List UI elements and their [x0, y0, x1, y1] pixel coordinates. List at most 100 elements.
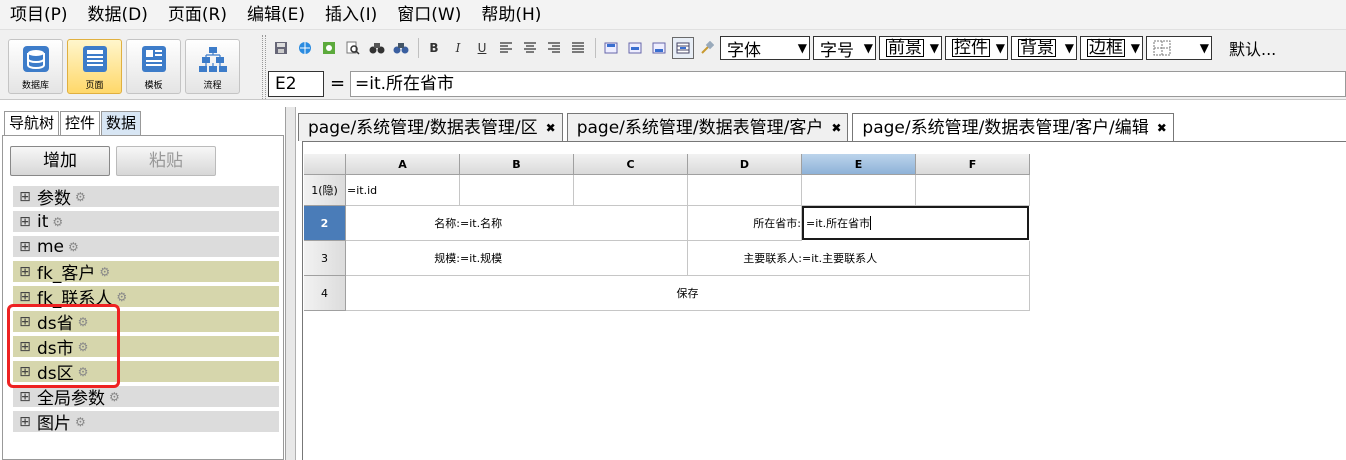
row-header-2[interactable]: 2 [304, 206, 346, 241]
tree-item-images[interactable]: ⊞ 图片 ⚙ [13, 411, 279, 434]
tab-data[interactable]: 数据 [101, 111, 142, 135]
search-icon[interactable] [366, 37, 388, 59]
menu-project[interactable]: 项目(P) [0, 0, 78, 30]
tree-item-me[interactable]: ⊞ me ⚙ [13, 236, 279, 257]
gear-icon[interactable]: ⚙ [116, 290, 127, 304]
border-style-select[interactable]: ▼ [1146, 36, 1212, 60]
cell-d1[interactable] [688, 175, 802, 206]
zoom-icon[interactable] [342, 37, 364, 59]
menu-page[interactable]: 页面(R) [158, 0, 237, 30]
column-header-c[interactable]: C [574, 154, 688, 175]
row-header-4[interactable]: 4 [304, 276, 346, 311]
doc-tab-district[interactable]: page/系统管理/数据表管理/区 ✖ [298, 113, 563, 141]
browser-icon[interactable] [294, 37, 316, 59]
menu-help[interactable]: 帮助(H) [471, 0, 551, 30]
close-icon[interactable]: ✖ [831, 115, 841, 141]
template-button[interactable]: 模板 [126, 39, 181, 94]
format-painter-icon[interactable] [696, 37, 718, 59]
formula-input[interactable]: =it.所在省市 [350, 71, 1346, 97]
align-center-icon[interactable] [519, 37, 541, 59]
column-header-e[interactable]: E [802, 154, 916, 175]
tree-item-params[interactable]: ⊞ 参数 ⚙ [13, 186, 279, 209]
tab-nav-tree[interactable]: 导航树 [4, 111, 60, 135]
default-button[interactable]: 默认... [1229, 36, 1276, 60]
close-icon[interactable]: ✖ [546, 115, 556, 141]
paste-button[interactable]: 粘贴 [116, 146, 216, 176]
column-header-a[interactable]: A [346, 154, 460, 175]
add-button[interactable]: 增加 [10, 146, 110, 176]
merge-cells-icon[interactable] [672, 37, 694, 59]
close-icon[interactable]: ✖ [1157, 115, 1167, 141]
border-select[interactable]: 边框 ▼ [1080, 36, 1143, 60]
align-left-icon[interactable] [495, 37, 517, 59]
doc-tab-customer[interactable]: page/系统管理/数据表管理/客户 ✖ [566, 113, 849, 141]
tab-controls[interactable]: 控件 [60, 111, 101, 135]
cell-a1[interactable]: =it.id [346, 175, 460, 206]
expand-icon[interactable]: ⊞ [13, 214, 37, 230]
underline-button[interactable]: U [471, 37, 493, 59]
save-icon[interactable] [270, 37, 292, 59]
valign-top-icon[interactable] [600, 37, 622, 59]
cell-b2[interactable]: =it.名称 [460, 206, 688, 241]
find-replace-icon[interactable] [390, 37, 412, 59]
gear-icon[interactable]: ⚙ [99, 265, 110, 279]
flow-button[interactable]: 流程 [185, 39, 240, 94]
menu-insert[interactable]: 插入(I) [315, 0, 387, 30]
gear-icon[interactable]: ⚙ [52, 215, 63, 229]
gear-icon[interactable]: ⚙ [75, 190, 86, 204]
database-button[interactable]: 数据库 [8, 39, 63, 94]
menu-edit[interactable]: 编辑(E) [237, 0, 315, 30]
cell-d3[interactable]: 主要联系人: [688, 241, 802, 276]
cell-save[interactable]: 保存 [346, 276, 1030, 311]
valign-bottom-icon[interactable] [648, 37, 670, 59]
bold-button[interactable]: B [423, 37, 445, 59]
cell-reference-field[interactable]: E2 [268, 71, 324, 97]
font-size-select[interactable]: 字号 ▼ [813, 36, 876, 61]
cell-b3[interactable]: =it.规模 [460, 241, 688, 276]
cell-f1[interactable] [916, 175, 1030, 206]
tree-item-fk-customer[interactable]: ⊞ fk_客户 ⚙ [13, 261, 279, 284]
gear-icon[interactable]: ⚙ [68, 240, 79, 254]
valign-middle-icon[interactable] [624, 37, 646, 59]
menu-window[interactable]: 窗口(W) [387, 0, 471, 30]
doc-tab-customer-edit[interactable]: page/系统管理/数据表管理/客户/编辑 ✖ [852, 113, 1174, 141]
row-header-3[interactable]: 3 [304, 241, 346, 276]
cell-e3[interactable]: =it.主要联系人 [802, 241, 1030, 276]
tree-item-it[interactable]: ⊞ it ⚙ [13, 211, 279, 232]
expand-icon[interactable]: ⊞ [13, 389, 37, 405]
column-header-f[interactable]: F [916, 154, 1030, 175]
cell-d2[interactable]: 所在省市: [688, 206, 802, 241]
gear-icon[interactable]: ⚙ [75, 415, 86, 429]
panel-splitter[interactable] [286, 107, 296, 460]
menu-data[interactable]: 数据(D) [78, 0, 158, 30]
expand-icon[interactable]: ⊞ [13, 189, 37, 205]
expand-icon[interactable]: ⊞ [13, 264, 37, 280]
grid-corner[interactable] [304, 154, 346, 175]
italic-button[interactable]: I [447, 37, 469, 59]
cell-c1[interactable] [574, 175, 688, 206]
cell-e1[interactable] [802, 175, 916, 206]
doc-tab-label: page/系统管理/数据表管理/客户/编辑 [862, 117, 1149, 138]
cell-e2-editor[interactable]: =it.所在省市 [802, 206, 1029, 240]
column-header-b[interactable]: B [460, 154, 574, 175]
row-header-1[interactable]: 1(隐) [304, 175, 346, 206]
chevron-down-icon: ▼ [1064, 41, 1074, 55]
tree-item-global-params[interactable]: ⊞ 全局参数 ⚙ [13, 386, 279, 409]
foreground-color-select[interactable]: 前景 ▼ [879, 36, 942, 60]
expand-icon[interactable]: ⊞ [13, 289, 37, 305]
background-color-select[interactable]: 背景 ▼ [1011, 36, 1077, 60]
column-header-d[interactable]: D [688, 154, 802, 175]
expand-icon[interactable]: ⊞ [13, 239, 37, 255]
justify-icon[interactable] [567, 37, 589, 59]
page-button[interactable]: 页面 [67, 39, 122, 94]
cell-b1[interactable] [460, 175, 574, 206]
gear-icon[interactable]: ⚙ [109, 390, 120, 404]
font-family-select[interactable]: 字体 ▼ [720, 36, 810, 61]
align-right-icon[interactable] [543, 37, 565, 59]
cell-a3-label[interactable]: 规模: [346, 241, 460, 276]
preview-icon[interactable] [318, 37, 340, 59]
toolbar-separator [595, 38, 596, 58]
cell-a2-label[interactable]: 名称: [346, 206, 460, 241]
control-select[interactable]: 控件 ▼ [945, 36, 1008, 60]
expand-icon[interactable]: ⊞ [13, 414, 37, 430]
